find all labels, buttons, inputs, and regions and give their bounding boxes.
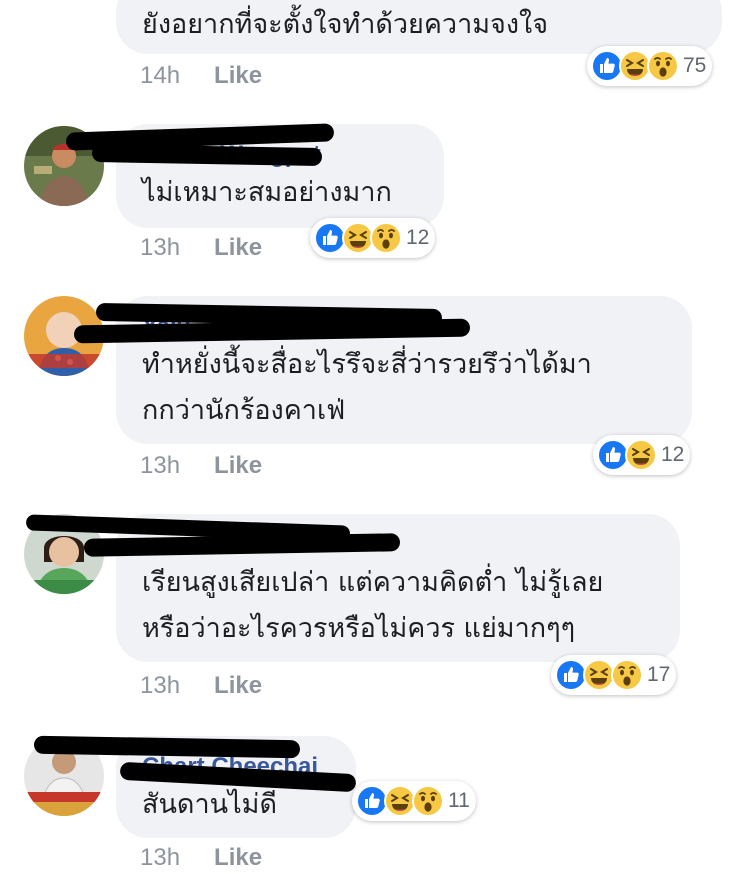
comment-text: ทำหยั่งนี้จะสื่อะไรรึจะสี่ว่ารวยรึว่าได้… bbox=[142, 349, 592, 380]
wow-icon bbox=[647, 50, 679, 82]
comment-meta: 13h Like bbox=[140, 234, 262, 262]
reactions-summary[interactable]: 11 bbox=[352, 781, 476, 821]
comment-time[interactable]: 13h bbox=[140, 234, 180, 261]
like-button[interactable]: Like bbox=[214, 452, 262, 479]
reaction-count: 12 bbox=[406, 226, 430, 249]
reaction-count: 17 bbox=[647, 663, 671, 686]
comment-text: ไม่เหมาะสมอย่างมาก bbox=[142, 177, 392, 208]
comment-meta: 13h Like bbox=[140, 672, 262, 700]
comment-time[interactable]: 13h bbox=[140, 844, 180, 871]
reactions-summary[interactable]: 12 bbox=[593, 435, 691, 475]
reactions-summary[interactable]: 75 bbox=[587, 46, 713, 86]
reaction-count: 75 bbox=[683, 54, 707, 77]
comment-meta: 14h Like bbox=[140, 62, 262, 90]
reactions-summary[interactable]: 12 bbox=[310, 218, 436, 258]
comment-meta: 13h Like bbox=[140, 844, 262, 872]
reaction-count: 11 bbox=[448, 789, 470, 812]
comment-time[interactable]: 14h bbox=[140, 62, 180, 89]
comment-text: เรียนสูงเสียเปล่า แต่ความคิดต่ำ ไม่รู้เล… bbox=[142, 567, 604, 598]
comment-text: ยังอยากที่จะตั้งใจทำด้วยความจงใจ bbox=[142, 9, 549, 40]
comment-text: กกว่านักร้องคาเฟ่ bbox=[142, 395, 346, 426]
like-button[interactable]: Like bbox=[214, 62, 262, 89]
like-button[interactable]: Like bbox=[214, 672, 262, 699]
comment-time[interactable]: 13h bbox=[140, 672, 180, 699]
comment-text: หรือว่าอะไรควรหรือไม่ควร แย่มากๆๆ bbox=[142, 613, 576, 644]
like-button[interactable]: Like bbox=[214, 234, 262, 261]
wow-icon bbox=[611, 659, 643, 691]
reactions-summary[interactable]: 17 bbox=[551, 655, 677, 695]
haha-icon bbox=[625, 439, 657, 471]
reaction-count: 12 bbox=[661, 443, 685, 466]
like-button[interactable]: Like bbox=[214, 844, 262, 871]
wow-icon bbox=[412, 785, 444, 817]
comment-meta: 13h Like bbox=[140, 452, 262, 480]
comment-time[interactable]: 13h bbox=[140, 452, 180, 479]
wow-icon bbox=[370, 222, 402, 254]
